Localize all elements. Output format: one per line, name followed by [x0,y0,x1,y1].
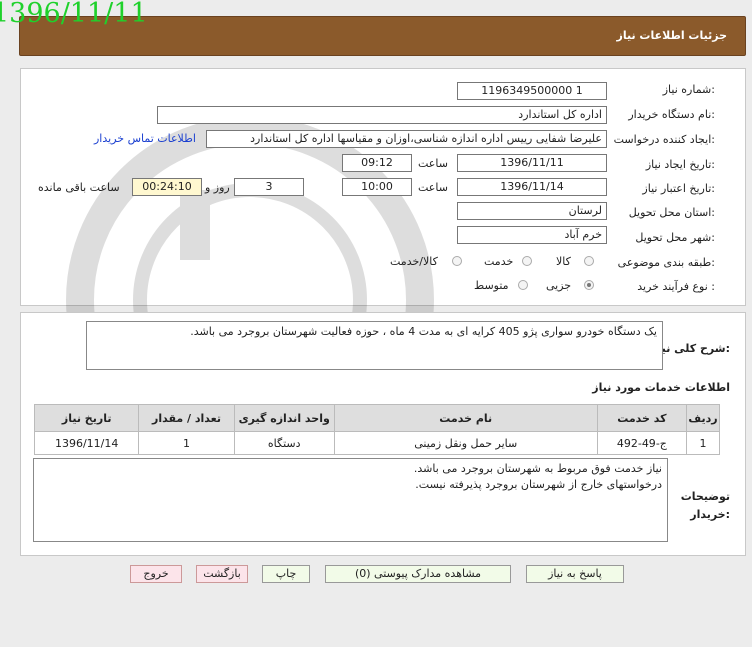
buyer-org-label: نام دستگاه خریدار: [628,108,715,121]
reply-button[interactable]: پاسخ به نیاز [526,565,624,583]
process-label: نوع فرآیند خرید : [637,280,715,293]
col-need-date: تاریخ نیاز [33,404,140,432]
table-row: 1 ج-49-492 سایر حمل ونقل زمینی دستگاه 1 … [33,431,720,455]
print-button[interactable]: چاپ [262,565,310,583]
created-time-field: 09:12 [342,154,412,172]
date-overlay: 1396/11/11 [0,0,148,29]
description-textarea[interactable]: یک دستگاه خودرو سواری پژو 405 کرایه ای ب… [86,321,663,370]
category-service-radio[interactable] [522,256,532,266]
cell-unit: دستگاه [233,431,335,455]
services-section-title: اطلاعات خدمات مورد نیاز [592,381,730,394]
province-label: استان محل تحویل: [628,206,715,219]
validity-date-label: تاریخ اعتبار نیاز: [642,182,715,195]
requester-field: علیرضا شفایی رییس اداره اندازه شناسی،اوز… [206,130,607,148]
remaining-time-label: ساعت باقی مانده [38,181,120,194]
category-label: طبقه بندی موضوعی: [617,256,715,269]
buyer-note-line: نیاز خدمت فوق مربوط به شهرستان بروجرد می… [413,462,662,475]
requester-label: ایجاد کننده درخواست: [613,133,715,146]
need-number-label: شماره نیاز: [662,83,715,96]
remaining-time-field: 00:24:10 [132,178,202,196]
category-service-label: خدمت [484,255,514,268]
created-date-field: 1396/11/11 [457,154,607,172]
cell-service-name: سایر حمل ونقل زمینی [333,431,598,455]
exit-button[interactable]: خروج [130,565,182,583]
validity-date-field: 1396/11/14 [457,178,607,196]
attachments-button[interactable]: مشاهده مدارک پیوستی (0) [325,565,511,583]
services-table: ردیف کد خدمت نام خدمت واحد اندازه گیری ت… [33,404,720,455]
days-label: روز و [205,181,230,194]
cell-service-code: ج-49-492 [596,431,688,455]
description-label: شرح کلی نیاز: [651,342,730,355]
buyer-note-line: درخواستهای خارج از شهرستان بروجرد پذیرفت… [415,478,662,491]
back-button[interactable]: بازگشت [196,565,248,583]
col-row-number: ردیف [686,404,720,432]
days-remaining-field: 3 [234,178,304,196]
category-goods-radio[interactable] [584,256,594,266]
col-service-name: نام خدمت [333,404,598,432]
buyer-notes-label: توضیحات خریدار: [680,490,730,521]
need-number-field: 1196349500000 1 [457,82,607,100]
process-minor-radio[interactable] [584,280,594,290]
city-label: شهر محل تحویل: [635,231,715,244]
process-minor-label: جزیی [546,279,572,292]
col-unit: واحد اندازه گیری [233,404,335,432]
services-header-row: ردیف کد خدمت نام خدمت واحد اندازه گیری ت… [33,404,720,432]
category-goods-service-radio[interactable] [452,256,462,266]
buyer-notes-textarea[interactable]: نیاز خدمت فوق مربوط به شهرستان بروجرد می… [33,458,668,542]
buyer-org-field: اداره کل استاندارد [157,106,607,124]
col-service-code: کد خدمت [596,404,688,432]
province-field: لرستان [457,202,607,220]
cell-row-number: 1 [686,431,720,455]
buyer-contact-link[interactable]: اطلاعات تماس خریدار [94,132,196,145]
process-medium-label: متوسط [474,279,509,292]
category-goods-label: کالا [556,255,571,268]
page-title: جزئیات اطلاعات نیاز [616,29,728,42]
created-date-label: تاریخ ایجاد نیاز: [645,158,715,171]
col-quantity: تعداد / مقدار [138,404,235,432]
cell-quantity: 1 [138,431,235,455]
city-field: خرم آباد [457,226,607,244]
validity-time-label: ساعت [418,181,448,194]
validity-time-field: 10:00 [342,178,412,196]
category-goods-service-label: کالا/خدمت [390,255,438,268]
created-time-label: ساعت [418,157,448,170]
process-medium-radio[interactable] [518,280,528,290]
cell-need-date: 1396/11/14 [33,431,140,455]
